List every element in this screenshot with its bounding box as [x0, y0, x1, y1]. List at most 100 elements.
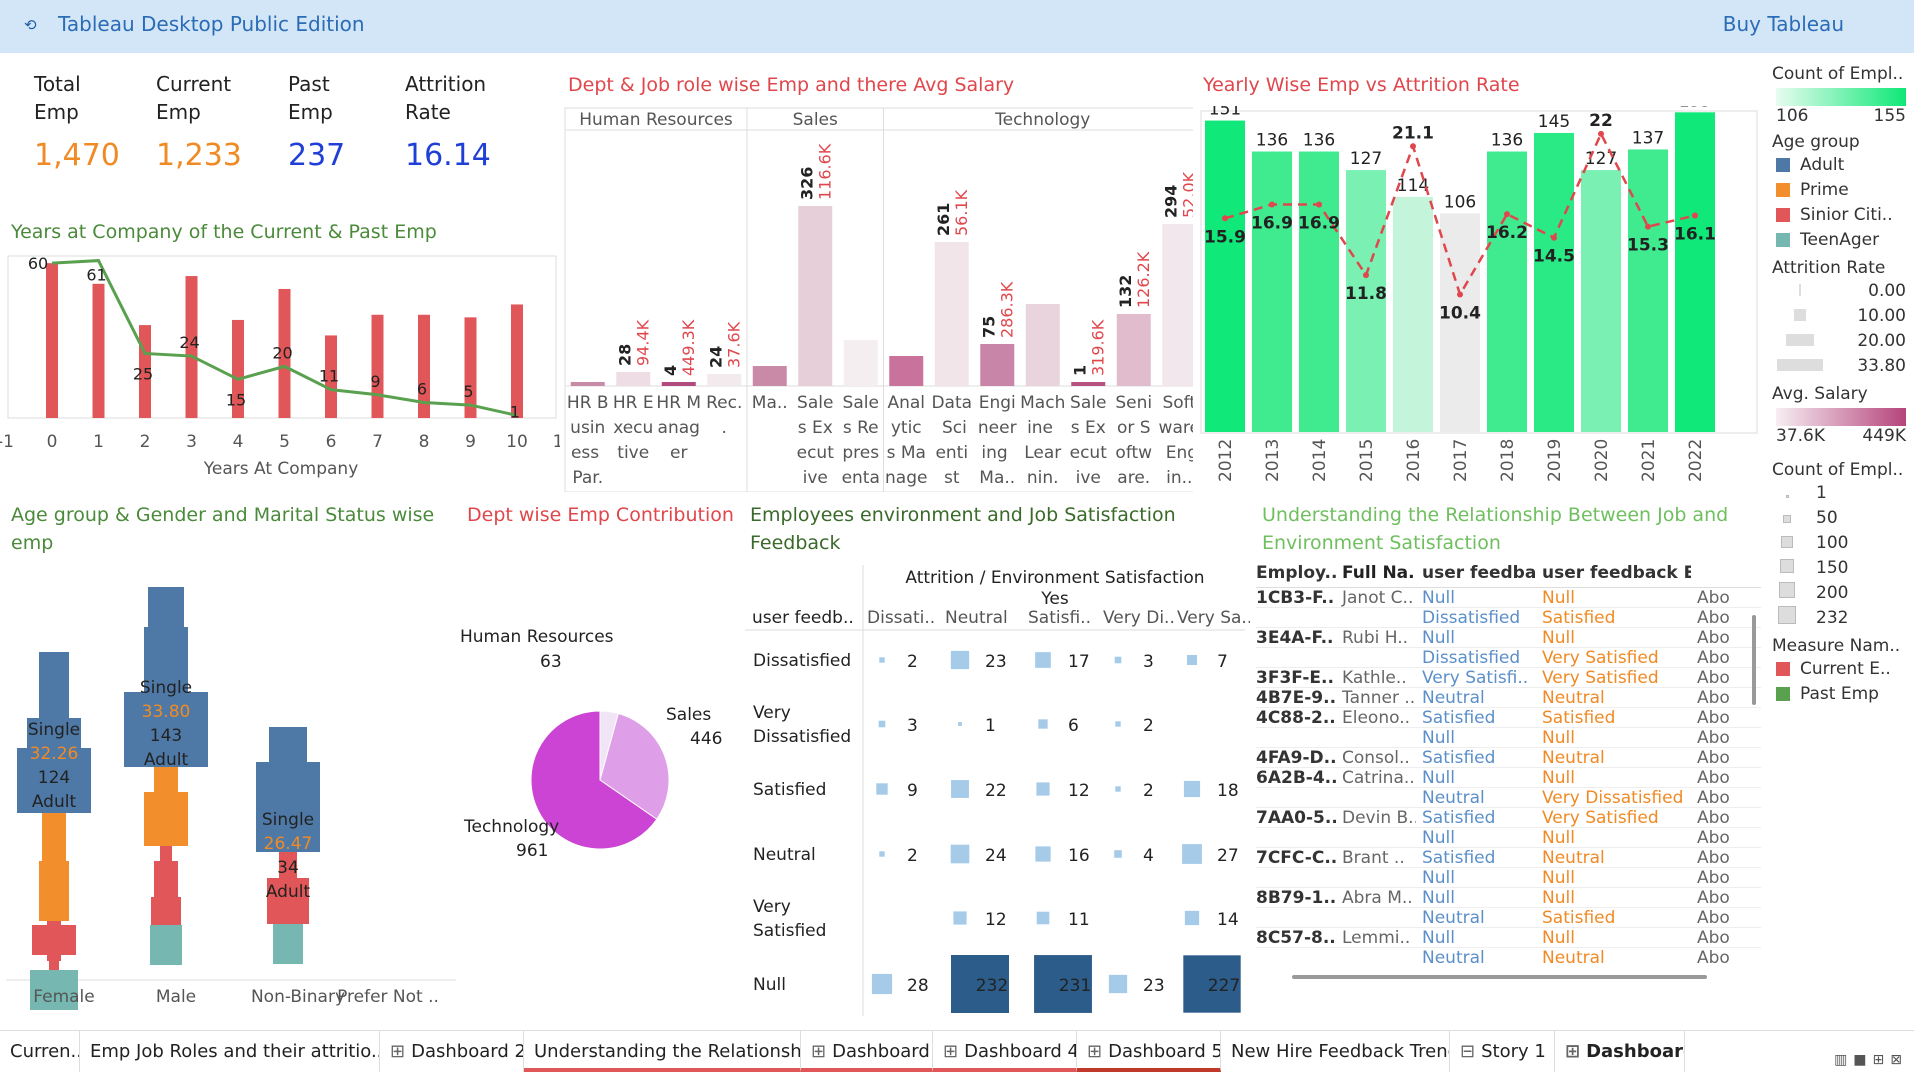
count-square[interactable]: [878, 720, 886, 728]
legend-item[interactable]: 150: [1772, 555, 1912, 580]
count-square[interactable]: [1183, 780, 1201, 798]
col-header[interactable]: user feedback Env: [1536, 563, 1691, 587]
count-square[interactable]: [951, 780, 969, 798]
table-row[interactable]: 3E4A-F.. Rubi H.. Null Null Abo: [1256, 628, 1761, 648]
current-emp-bar[interactable]: [92, 283, 105, 418]
attrition-point[interactable]: [1551, 234, 1557, 241]
count-square[interactable]: [1182, 844, 1202, 864]
attrition-point[interactable]: [1598, 130, 1604, 137]
attrition-point[interactable]: [1692, 212, 1698, 219]
table-row[interactable]: 4FA9-D.. Consol.. Satisfied Neutral Abo: [1256, 748, 1761, 768]
current-emp-bar[interactable]: [46, 263, 58, 418]
count-square[interactable]: [1115, 721, 1121, 727]
year-emp-bar[interactable]: [1581, 170, 1621, 432]
attrition-point[interactable]: [1410, 143, 1416, 150]
count-square[interactable]: [958, 722, 962, 726]
job-role-bar[interactable]: [752, 366, 787, 386]
age-group-segment[interactable]: [148, 587, 184, 627]
legend-item[interactable]: 33.80: [1772, 353, 1906, 378]
current-emp-bar[interactable]: [464, 317, 477, 418]
table-row[interactable]: 8B79-1.. Abra M.. Null Null Abo: [1256, 888, 1761, 908]
legend-item[interactable]: Current E..: [1772, 656, 1912, 681]
job-role-bar[interactable]: [616, 372, 651, 386]
job-role-bar[interactable]: [798, 206, 833, 386]
table-row[interactable]: Null Null Abo: [1256, 868, 1761, 888]
year-emp-bar[interactable]: [1252, 151, 1292, 433]
age-group-segment[interactable]: [144, 792, 188, 846]
legend-item[interactable]: 20.00: [1772, 328, 1906, 353]
count-square[interactable]: [879, 851, 885, 857]
attrition-point[interactable]: [1363, 272, 1369, 279]
job-role-bar[interactable]: [707, 374, 742, 386]
table-row[interactable]: Neutral Satisfied Abo: [1256, 908, 1761, 928]
year-emp-bar[interactable]: [1628, 149, 1668, 432]
table-row[interactable]: Dissatisfied Very Satisfied Abo: [1256, 648, 1761, 668]
sheet-tab[interactable]: ⊟ Story 1: [1450, 1031, 1555, 1072]
sheet-tab[interactable]: ⊞Dashboard 3: [801, 1031, 933, 1072]
legend-item[interactable]: Adult: [1772, 152, 1912, 177]
count-square[interactable]: [1114, 850, 1122, 858]
sheet-tab[interactable]: ⊞Dashboard 6: [1555, 1031, 1685, 1072]
job-role-bar[interactable]: [570, 382, 605, 386]
current-emp-bar[interactable]: [371, 314, 384, 418]
count-square[interactable]: [1038, 719, 1048, 729]
age-group-segment[interactable]: [151, 897, 181, 925]
year-emp-bar[interactable]: [1675, 112, 1715, 432]
job-role-bar[interactable]: [661, 382, 696, 386]
sheet-tab[interactable]: New Hire Feedback Trends: [1221, 1031, 1450, 1072]
count-square[interactable]: [871, 973, 893, 995]
legend-item[interactable]: TeenAger: [1772, 227, 1912, 252]
table-row[interactable]: Neutral Very Dissatisfied Abo: [1256, 788, 1761, 808]
age-group-segment[interactable]: [32, 925, 76, 955]
table-row[interactable]: 3F3F-E.. Kathle.. Very Satisfi.. Very Satis…: [1256, 668, 1761, 688]
year-emp-bar[interactable]: [1299, 151, 1339, 433]
count-square[interactable]: [950, 650, 970, 670]
count-square[interactable]: [1036, 911, 1050, 925]
table-row[interactable]: Neutral Neutral Abo: [1256, 948, 1761, 963]
age-group-segment[interactable]: [154, 767, 178, 792]
attrition-point[interactable]: [1222, 215, 1228, 222]
vertical-scrollbar[interactable]: [1752, 615, 1756, 705]
count-square[interactable]: [1186, 654, 1198, 666]
age-group-segment[interactable]: [39, 861, 69, 921]
table-row[interactable]: 8C57-8.. Lemmi.. Null Null Abo: [1256, 928, 1761, 948]
age-group-segment[interactable]: [273, 924, 303, 964]
legend-item[interactable]: 232: [1772, 605, 1912, 630]
age-group-segment[interactable]: [269, 727, 307, 762]
attrition-point[interactable]: [1457, 291, 1463, 298]
view-mode-icon[interactable]: ⊞: [1873, 1052, 1891, 1068]
job-role-bar[interactable]: [1116, 314, 1151, 386]
job-role-bar[interactable]: [843, 340, 878, 386]
age-group-segment[interactable]: [49, 955, 59, 970]
table-row[interactable]: 7CFC-C.. Brant .. Satisfied Neutral Abo: [1256, 848, 1761, 868]
job-role-bar[interactable]: [889, 356, 924, 386]
horizontal-scrollbar[interactable]: [1292, 975, 1707, 979]
col-header[interactable]: [1691, 563, 1741, 587]
legend-item[interactable]: 50: [1772, 505, 1912, 530]
legend-item[interactable]: 10.00: [1772, 303, 1906, 328]
table-row[interactable]: Dissatisfied Satisfied Abo: [1256, 608, 1761, 628]
table-row[interactable]: 1CB3-F.. Janot C.. Null Null Abo: [1256, 588, 1761, 608]
legend-item[interactable]: 1: [1772, 480, 1912, 505]
legend-item[interactable]: Past Emp: [1772, 681, 1912, 706]
legend-item[interactable]: Prime: [1772, 177, 1912, 202]
count-square[interactable]: [1114, 656, 1122, 664]
table-row[interactable]: Null Null Abo: [1256, 728, 1761, 748]
count-square[interactable]: [1115, 786, 1121, 792]
count-square[interactable]: [1035, 846, 1051, 862]
legend-item[interactable]: 100: [1772, 530, 1912, 555]
col-header[interactable]: Employ..: [1256, 563, 1336, 587]
year-emp-bar[interactable]: [1534, 132, 1574, 432]
attrition-point[interactable]: [1645, 223, 1651, 230]
job-role-bar[interactable]: [934, 242, 969, 386]
view-mode-icon[interactable]: ▥: [1834, 1052, 1853, 1068]
table-row[interactable]: Null Null Abo: [1256, 828, 1761, 848]
attrition-point[interactable]: [1269, 201, 1275, 208]
year-emp-bar[interactable]: [1393, 196, 1433, 432]
buy-tableau-link[interactable]: Buy Tableau: [1723, 12, 1844, 36]
year-emp-bar[interactable]: [1205, 120, 1245, 432]
sheet-tab[interactable]: ⊞ Dashboard 5: [1077, 1031, 1221, 1072]
age-group-segment[interactable]: [154, 861, 178, 897]
table-row[interactable]: 6A2B-4.. Catrina.. Null Null Abo: [1256, 768, 1761, 788]
count-square[interactable]: [1036, 782, 1050, 796]
